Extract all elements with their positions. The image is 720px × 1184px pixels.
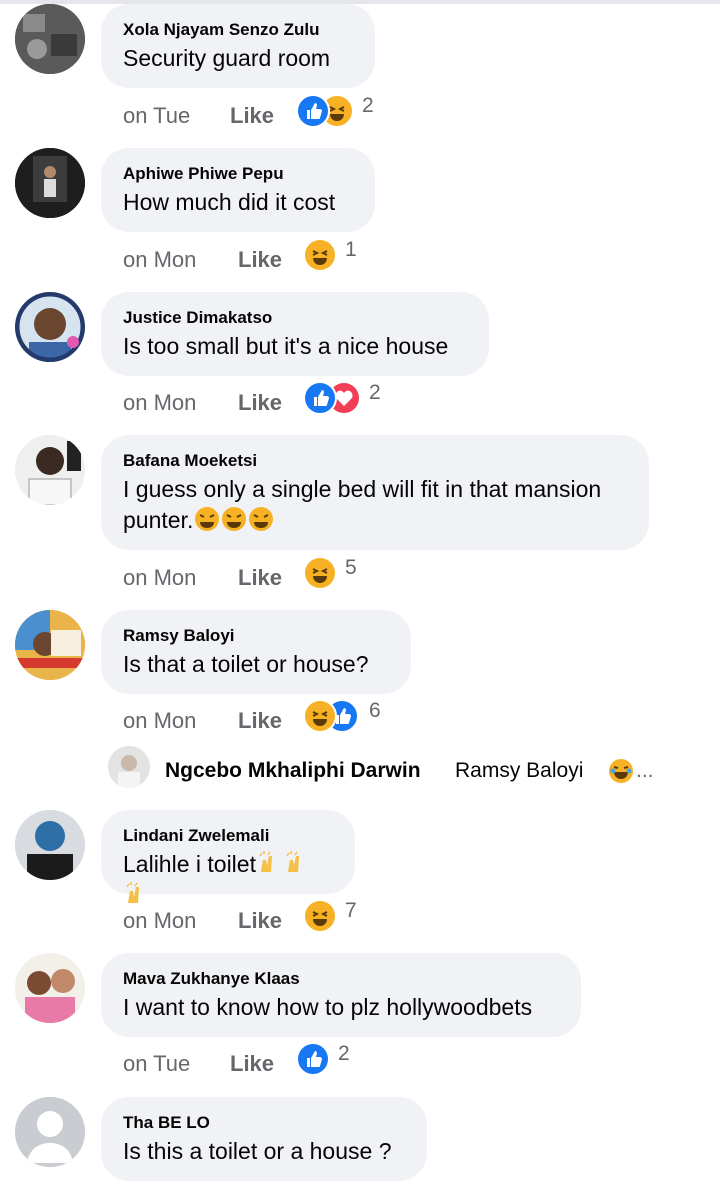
haha-reaction-icon bbox=[303, 238, 337, 272]
comment-text: How much did it cost bbox=[123, 189, 336, 215]
like-button[interactable]: Like bbox=[238, 390, 282, 416]
like-reaction-icon bbox=[296, 1042, 330, 1076]
reaction-count: 2 bbox=[362, 94, 374, 117]
comment-text: I want to know how to plz hollywoodbets bbox=[123, 994, 533, 1020]
like-button[interactable]: Like bbox=[230, 103, 274, 129]
rofl-emoji-icon bbox=[222, 507, 247, 531]
comment-text: Security guard room bbox=[123, 45, 331, 71]
avatar[interactable] bbox=[15, 4, 85, 74]
avatar[interactable] bbox=[15, 953, 85, 1023]
comment-author[interactable]: Tha BE LO bbox=[123, 1112, 405, 1134]
comment-text: Is this a toilet or a house ? bbox=[123, 1138, 392, 1164]
comment-author[interactable]: Ramsy Baloyi bbox=[123, 625, 389, 647]
comment-bubble[interactable]: Bafana Moeketsi I guess only a single be… bbox=[101, 435, 649, 550]
comment-meta: on Mon Like 1 bbox=[123, 238, 423, 278]
comment-author[interactable]: Lindani Zwelemali bbox=[123, 825, 333, 847]
comment-bubble[interactable]: Justice Dimakatso Is too small but it's … bbox=[101, 292, 489, 376]
avatar[interactable] bbox=[15, 810, 85, 880]
avatar[interactable] bbox=[108, 746, 150, 788]
comment-bubble[interactable]: Aphiwe Phiwe Pepu How much did it cost bbox=[101, 148, 375, 232]
like-button[interactable]: Like bbox=[230, 1051, 274, 1077]
comment-bubble[interactable]: Mava Zukhanye Klaas I want to know how t… bbox=[101, 953, 581, 1037]
comment-bubble[interactable]: Lindani Zwelemali Lalihle i toilet bbox=[101, 810, 355, 903]
comment-meta: on Tue Like 2 bbox=[123, 1042, 423, 1082]
rofl-emoji-icon bbox=[249, 507, 274, 531]
avatar-image bbox=[15, 810, 85, 880]
haha-reaction-icon bbox=[303, 699, 337, 733]
reply-author[interactable]: Ngcebo Mkhaliphi Darwin bbox=[165, 759, 421, 783]
default-avatar-icon bbox=[15, 1097, 85, 1167]
like-button[interactable]: Like bbox=[238, 247, 282, 273]
comment-time[interactable]: on Tue bbox=[123, 1051, 190, 1077]
comment-time[interactable]: on Mon bbox=[123, 565, 196, 591]
comment-author[interactable]: Justice Dimakatso bbox=[123, 307, 467, 329]
like-button[interactable]: Like bbox=[238, 908, 282, 934]
like-reaction-icon bbox=[296, 94, 330, 128]
comment-meta: on Mon Like 7 bbox=[123, 899, 423, 939]
comment-time[interactable]: on Tue bbox=[123, 103, 190, 129]
comment-meta: on Mon Like 5 bbox=[123, 556, 423, 596]
comment-text: Is that a toilet or house? bbox=[123, 651, 369, 677]
avatar-image bbox=[15, 610, 85, 680]
reaction-count: 5 bbox=[345, 556, 357, 579]
comment-author[interactable]: Mava Zukhanye Klaas bbox=[123, 968, 559, 990]
comment-bubble[interactable]: Ramsy Baloyi Is that a toilet or house? bbox=[101, 610, 411, 694]
comment-text: I guess only a single bed will fit in th… bbox=[123, 474, 627, 536]
avatar-image bbox=[15, 435, 85, 505]
haha-reaction-icon bbox=[303, 899, 337, 933]
avatar[interactable] bbox=[15, 1097, 85, 1167]
comment-meta: on Mon Like 6 bbox=[123, 699, 423, 739]
reaction-count: 6 bbox=[369, 699, 381, 722]
comment-text: Is too small but it's a nice house bbox=[123, 333, 449, 359]
reaction-count: 7 bbox=[345, 899, 357, 922]
like-reaction-icon bbox=[303, 381, 337, 415]
rofl-emoji-icon bbox=[195, 507, 220, 531]
reply-preview[interactable]: Ngcebo Mkhaliphi Darwin Ramsy Baloyi ... bbox=[108, 746, 708, 790]
avatar[interactable] bbox=[15, 610, 85, 680]
comment-bubble[interactable]: Tha BE LO Is this a toilet or a house ? bbox=[101, 1097, 427, 1181]
avatar-image bbox=[15, 148, 85, 218]
reaction-count: 1 bbox=[345, 238, 357, 261]
comment-author[interactable]: Bafana Moeketsi bbox=[123, 450, 627, 472]
comment-time[interactable]: on Mon bbox=[123, 908, 196, 934]
avatar[interactable] bbox=[15, 435, 85, 505]
comment-time[interactable]: on Mon bbox=[123, 247, 196, 273]
joy-emoji-icon bbox=[609, 759, 633, 783]
raised-hands-emoji-icon bbox=[259, 851, 272, 872]
reply-text: Ramsy Baloyi bbox=[455, 759, 584, 782]
reaction-count: 2 bbox=[338, 1042, 350, 1065]
comment-meta: on Tue Like 2 bbox=[123, 94, 423, 134]
avatar-image bbox=[15, 4, 85, 74]
like-button[interactable]: Like bbox=[238, 565, 282, 591]
haha-reaction-icon bbox=[303, 556, 337, 590]
avatar-image bbox=[15, 953, 85, 1023]
reaction-count: 2 bbox=[369, 381, 381, 404]
top-divider bbox=[0, 0, 720, 4]
comment-text-content: Lalihle i toilet bbox=[123, 851, 256, 877]
comment-bubble[interactable]: Xola Njayam Senzo Zulu Security guard ro… bbox=[101, 4, 375, 88]
comment-author[interactable]: Aphiwe Phiwe Pepu bbox=[123, 163, 353, 185]
like-button[interactable]: Like bbox=[238, 708, 282, 734]
avatar-image bbox=[108, 746, 150, 788]
raised-hands-emoji-icon bbox=[286, 851, 299, 872]
avatar[interactable] bbox=[15, 292, 85, 362]
comment-time[interactable]: on Mon bbox=[123, 390, 196, 416]
comment-meta: on Mon Like 2 bbox=[123, 381, 423, 421]
avatar-image bbox=[15, 292, 85, 362]
comment-author[interactable]: Xola Njayam Senzo Zulu bbox=[123, 19, 353, 41]
reply-more-ellipsis: ... bbox=[636, 759, 654, 782]
avatar[interactable] bbox=[15, 148, 85, 218]
comment-time[interactable]: on Mon bbox=[123, 708, 196, 734]
